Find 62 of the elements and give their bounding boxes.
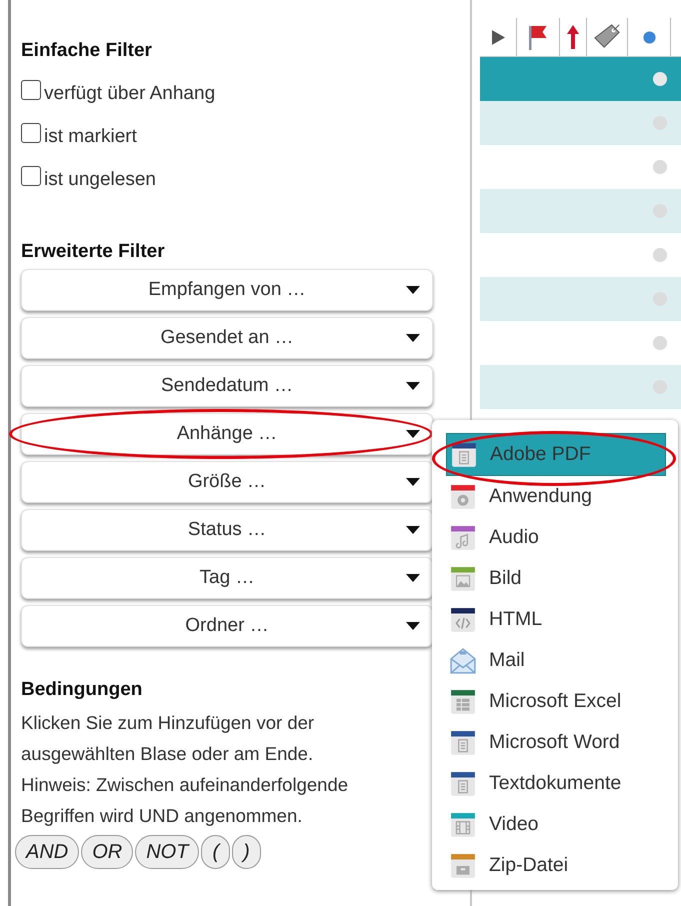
operator-button[interactable]: AND xyxy=(15,835,80,869)
envelope-icon xyxy=(450,648,476,674)
checkbox-label: verfügt über Anhang xyxy=(44,82,216,104)
file-type-icon xyxy=(450,606,476,632)
section-heading: Erweiterte Filter xyxy=(21,241,166,263)
menu-item[interactable]: Zip-Datei xyxy=(446,845,666,886)
status-dot-icon xyxy=(653,160,667,174)
operator-button[interactable]: ( xyxy=(201,835,230,869)
caret-icon xyxy=(406,526,420,534)
menu-item[interactable]: Mail xyxy=(446,640,666,681)
caret-icon xyxy=(406,622,420,630)
checkbox-label: ist markiert xyxy=(44,126,137,148)
menu-item[interactable]: Bild xyxy=(446,558,666,599)
operator-button[interactable]: OR xyxy=(81,835,134,869)
caret-icon xyxy=(406,334,420,342)
section-heading: Einfache Filter xyxy=(21,40,153,62)
filter-dropdown[interactable]: Sendedatum … xyxy=(21,365,433,407)
help-text: Klicken Sie zum Hinzufügen vor der ausgewählten Blase oder am Ende. Hinweis: Zwischen aufeinanderfolgende Begriffen wird UND angenommen. xyxy=(21,711,350,828)
filter-dropdown[interactable]: Anhänge … xyxy=(21,413,433,455)
filter-dropdown[interactable]: Ordner … xyxy=(21,605,433,647)
file-type-icon xyxy=(450,770,476,796)
status-dot-icon xyxy=(653,72,667,86)
dot-icon xyxy=(642,30,656,44)
file-type-icon xyxy=(450,688,476,714)
menu-item[interactable]: Microsoft Word xyxy=(446,722,666,763)
operator-button[interactable]: NOT xyxy=(135,835,200,869)
caret-icon xyxy=(406,382,420,390)
caret-icon xyxy=(406,574,420,582)
status-dot-icon xyxy=(653,336,667,350)
menu-item[interactable]: Microsoft Excel xyxy=(446,681,666,722)
tag-icon xyxy=(593,23,621,51)
file-type-icon xyxy=(450,852,476,878)
file-type-icon xyxy=(450,524,476,550)
file-type-icon xyxy=(451,442,477,468)
file-type-icon xyxy=(450,566,476,592)
caret-icon xyxy=(406,430,420,438)
status-dot-icon xyxy=(653,248,667,262)
file-type-icon xyxy=(450,484,476,510)
section-heading: Bedingungen xyxy=(21,679,144,701)
caret-icon xyxy=(406,286,420,294)
flag-icon xyxy=(527,24,549,50)
arrow-up-icon xyxy=(567,25,579,49)
filter-dropdown[interactable]: Status … xyxy=(21,509,433,551)
caret-icon xyxy=(406,478,420,486)
checkbox[interactable] xyxy=(21,80,41,100)
filter-dropdown[interactable]: Empfangen von … xyxy=(21,269,433,311)
menu-item[interactable]: Anwendung xyxy=(446,476,666,517)
filter-dropdown[interactable]: Gesendet an … xyxy=(21,317,433,359)
checkbox[interactable] xyxy=(21,166,41,186)
file-type-icon xyxy=(450,812,476,838)
menu-item[interactable]: HTML xyxy=(446,599,666,640)
menu-item[interactable]: Video xyxy=(446,804,666,845)
menu-item[interactable]: Textdokumente xyxy=(446,763,666,804)
menu-item[interactable]: Adobe PDF xyxy=(446,433,666,476)
menu-item[interactable]: Audio xyxy=(446,517,666,558)
play-icon xyxy=(492,30,504,44)
file-type-icon xyxy=(450,730,476,756)
filter-dropdown[interactable]: Tag … xyxy=(21,557,433,599)
checkbox-label: ist ungelesen xyxy=(44,168,156,190)
operator-button[interactable]: ) xyxy=(232,835,261,869)
filter-dropdown[interactable]: Größe … xyxy=(21,461,433,503)
checkbox[interactable] xyxy=(21,122,41,142)
